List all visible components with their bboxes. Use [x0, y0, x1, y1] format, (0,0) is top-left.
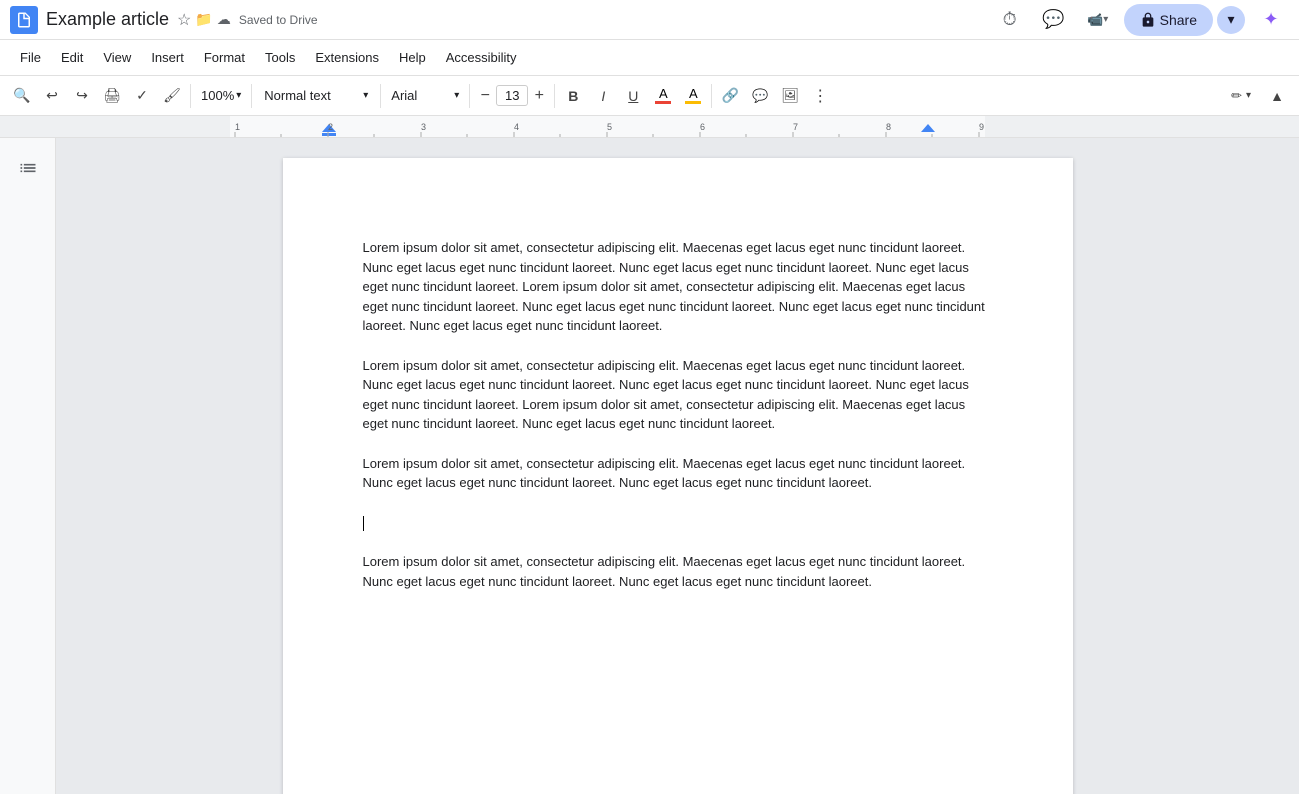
svg-text:3: 3 [421, 122, 426, 132]
history-button[interactable]: ⏱ [992, 2, 1028, 38]
toolbar-separator-3 [380, 84, 381, 108]
editing-chevron: ▾ [1246, 90, 1251, 101]
highlight-color-bar [685, 101, 701, 104]
text-color-letter: A [659, 87, 668, 100]
search-button[interactable]: 🔍 [8, 82, 36, 110]
font-size-increase[interactable]: + [528, 82, 550, 110]
title-right: ⏱ 💬 📹 ▾ Share ▾ ✦ [992, 2, 1289, 38]
font-label: Arial [391, 88, 417, 103]
text-cursor [363, 516, 364, 531]
menu-view[interactable]: View [93, 46, 141, 69]
style-chevron: ▾ [363, 90, 368, 101]
paragraph-4[interactable] [363, 513, 993, 533]
main-area: Lorem ipsum dolor sit amet, consectetur … [0, 138, 1299, 794]
redo-button[interactable]: ↪ [68, 82, 96, 110]
drive-saved-icon: ☁ [217, 11, 231, 28]
text-color-button[interactable]: A [649, 82, 677, 110]
doc-title[interactable]: Example article [46, 9, 169, 30]
saved-status: Saved to Drive [239, 13, 318, 27]
undo-button[interactable]: ↩ [38, 82, 66, 110]
paintformat-button[interactable]: 🖌 [158, 82, 186, 110]
image-button[interactable]: 🖼 [776, 82, 804, 110]
doc-page[interactable]: Lorem ipsum dolor sit amet, consectetur … [283, 158, 1073, 794]
list-icon [18, 158, 38, 178]
folder-icon[interactable]: 📁 [195, 11, 212, 28]
cursor-container [363, 515, 364, 530]
font-size-decrease[interactable]: − [474, 82, 496, 110]
menu-edit[interactable]: Edit [51, 46, 93, 69]
menu-accessibility[interactable]: Accessibility [436, 46, 527, 69]
svg-text:7: 7 [793, 122, 798, 132]
star-icon[interactable]: ☆ [177, 10, 191, 30]
svg-text:9: 9 [979, 122, 984, 132]
meet-chevron: ▾ [1103, 14, 1108, 25]
comment-insert-button[interactable]: 💬 [746, 82, 774, 110]
lock-icon [1140, 12, 1156, 28]
share-dropdown-button[interactable]: ▾ [1217, 6, 1245, 34]
svg-text:4: 4 [514, 122, 519, 132]
underline-button[interactable]: U [619, 82, 647, 110]
highlight-button[interactable]: A [679, 82, 707, 110]
svg-text:5: 5 [607, 122, 612, 132]
zoom-chevron: ▾ [236, 90, 241, 101]
left-sidebar [0, 138, 56, 794]
spellcheck-button[interactable]: ✓ [128, 82, 156, 110]
title-bar: Example article ☆ 📁 ☁ Saved to Drive ⏱ 💬… [0, 0, 1299, 40]
print-button[interactable]: 🖨 [98, 82, 126, 110]
meet-icon: 📹 [1087, 12, 1103, 28]
more-button[interactable]: ⋮ [806, 82, 834, 110]
toolbar-separator-2 [251, 84, 252, 108]
gemini-button[interactable]: ✦ [1253, 2, 1289, 38]
italic-button[interactable]: I [589, 82, 617, 110]
menu-file[interactable]: File [10, 46, 51, 69]
pencil-icon: ✏ [1231, 88, 1242, 104]
menu-insert[interactable]: Insert [141, 46, 194, 69]
highlight-letter: A [689, 87, 698, 100]
collapse-toolbar-button[interactable]: ▲ [1263, 82, 1291, 110]
paragraph-1[interactable]: Lorem ipsum dolor sit amet, consectetur … [363, 238, 993, 336]
left-indent-bottom [322, 133, 336, 136]
font-selector[interactable]: Arial ▾ [385, 86, 465, 105]
comment-button[interactable]: 💬 [1036, 2, 1072, 38]
zoom-value: 100% [201, 88, 234, 103]
menu-extensions[interactable]: Extensions [305, 46, 389, 69]
toolbar-right: ✏ ▾ ▲ [1223, 82, 1291, 110]
toolbar-separator-4 [469, 84, 470, 108]
doc-area[interactable]: Lorem ipsum dolor sit amet, consectetur … [56, 138, 1299, 794]
link-button[interactable]: 🔗 [716, 82, 744, 110]
meet-button[interactable]: 📹 ▾ [1080, 2, 1116, 38]
menu-tools[interactable]: Tools [255, 46, 305, 69]
toolbar-separator-6 [711, 84, 712, 108]
menu-format[interactable]: Format [194, 46, 255, 69]
paragraph-3[interactable]: Lorem ipsum dolor sit amet, consectetur … [363, 454, 993, 493]
text-color-bar [655, 101, 671, 104]
ruler-svg: 1 2 3 4 5 6 7 8 9 [0, 116, 1299, 138]
font-size-control: − + [474, 82, 550, 110]
paragraph-2[interactable]: Lorem ipsum dolor sit amet, consectetur … [363, 356, 993, 434]
style-selector[interactable]: Normal text ▾ [256, 86, 376, 105]
bold-button[interactable]: B [559, 82, 587, 110]
font-chevron: ▾ [454, 90, 459, 101]
style-label: Normal text [264, 88, 330, 103]
ruler: 1 2 3 4 5 6 7 8 9 [0, 116, 1299, 138]
svg-text:8: 8 [886, 122, 891, 132]
svg-text:1: 1 [235, 122, 240, 132]
outline-toggle[interactable] [10, 150, 46, 186]
share-button[interactable]: Share [1124, 4, 1213, 36]
editing-mode-button[interactable]: ✏ ▾ [1223, 84, 1259, 108]
toolbar-separator-5 [554, 84, 555, 108]
svg-text:2: 2 [328, 122, 333, 132]
toolbar-separator-1 [190, 84, 191, 108]
font-size-input[interactable] [496, 85, 528, 106]
svg-text:6: 6 [700, 122, 705, 132]
paragraph-5[interactable]: Lorem ipsum dolor sit amet, consectetur … [363, 552, 993, 591]
zoom-selector[interactable]: 100% ▾ [195, 86, 247, 105]
app-icon [10, 6, 38, 34]
toolbar: 🔍 ↩ ↪ 🖨 ✓ 🖌 100% ▾ Normal text ▾ Arial ▾… [0, 76, 1299, 116]
menu-bar: File Edit View Insert Format Tools Exten… [0, 40, 1299, 76]
share-label: Share [1160, 12, 1197, 28]
menu-help[interactable]: Help [389, 46, 436, 69]
